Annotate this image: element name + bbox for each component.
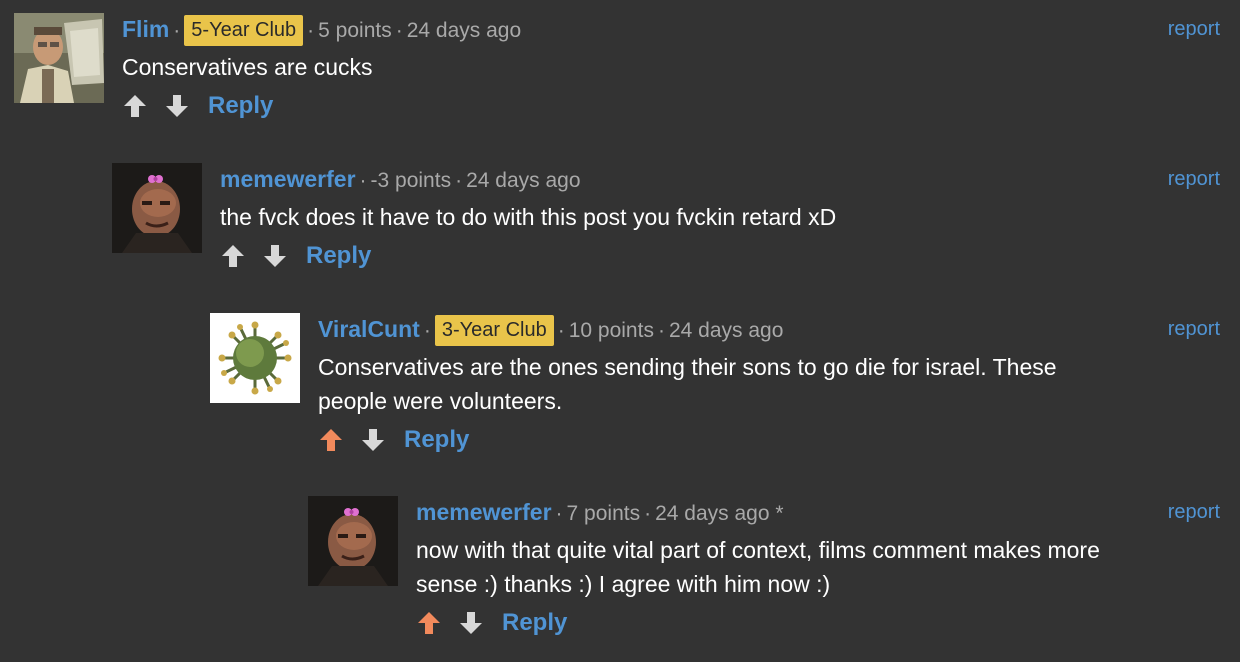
separator: · xyxy=(423,319,431,342)
upvote-button[interactable] xyxy=(220,243,246,269)
timestamp: 24 days ago xyxy=(668,319,784,342)
arrow-up-icon xyxy=(222,245,244,267)
comment-meta: memewerfer · 7 points · 24 days ago * report xyxy=(416,496,1220,528)
timestamp: 24 days ago * xyxy=(655,502,784,525)
comment-text: the fvck does it have to do with this po… xyxy=(220,204,837,230)
downvote-button[interactable] xyxy=(360,427,386,453)
separator: · xyxy=(173,19,181,42)
points-count: 10 points xyxy=(568,319,654,342)
report-link[interactable]: report xyxy=(1168,163,1220,195)
reply-button[interactable]: Reply xyxy=(502,609,567,637)
man-with-bow-avatar xyxy=(112,163,202,253)
author-link[interactable]: memewerfer xyxy=(220,166,356,192)
comment-text: now with that quite vital part of contex… xyxy=(416,537,1100,597)
comment: memewerfer · 7 points · 24 days ago * report… xyxy=(308,496,1220,656)
reply-button[interactable]: Reply xyxy=(404,426,469,454)
downvote-button[interactable] xyxy=(262,243,288,269)
points-count: 7 points xyxy=(566,502,641,525)
comment: memewerfer · -3 points · 24 days ago report … xyxy=(112,163,1220,323)
report-link[interactable]: report xyxy=(1168,13,1220,45)
arrow-up-icon xyxy=(124,95,146,117)
comment-text: Conservatives are cucks xyxy=(122,54,373,80)
report-link[interactable]: report xyxy=(1168,313,1220,345)
avatar[interactable] xyxy=(112,163,202,253)
upvote-button[interactable] xyxy=(122,93,148,119)
comment-actions: Reply xyxy=(220,236,1220,276)
timestamp: 24 days ago xyxy=(466,169,581,192)
author-link[interactable]: Flim xyxy=(122,16,169,42)
comment-actions: Reply xyxy=(122,86,1220,126)
separator: · xyxy=(455,169,463,192)
arrow-down-icon xyxy=(460,612,482,634)
arrow-up-icon xyxy=(320,429,342,451)
separator: · xyxy=(307,19,315,42)
club-badge: 5-Year Club xyxy=(184,15,304,46)
comment-thread: Flim · 5-Year Club · 5 points · 24 days ago re… xyxy=(0,0,1240,662)
separator: · xyxy=(657,319,665,342)
points-count: -3 points xyxy=(370,169,452,192)
avatar[interactable] xyxy=(210,313,300,403)
separator: · xyxy=(557,319,565,342)
avatar[interactable] xyxy=(14,13,104,103)
comment-actions: Reply xyxy=(318,420,1220,460)
separator: · xyxy=(359,169,367,192)
points-count: 5 points xyxy=(318,19,392,42)
separator: · xyxy=(395,19,403,42)
separator: · xyxy=(555,502,563,525)
man-reading-paper-avatar xyxy=(14,13,104,103)
comment-meta: ViralCunt · 3-Year Club · 10 points · 24 days … xyxy=(318,313,1220,346)
arrow-up-icon xyxy=(418,612,440,634)
downvote-button[interactable] xyxy=(164,93,190,119)
club-badge: 3-Year Club xyxy=(434,315,554,346)
comment: ViralCunt · 3-Year Club · 10 points · 24 days … xyxy=(210,313,1220,473)
man-with-bow-avatar xyxy=(308,496,398,586)
avatar[interactable] xyxy=(308,496,398,586)
comment: Flim · 5-Year Club · 5 points · 24 days ago re… xyxy=(14,13,1220,173)
author-link[interactable]: ViralCunt xyxy=(318,316,420,342)
upvote-button[interactable] xyxy=(318,427,344,453)
reply-button[interactable]: Reply xyxy=(208,92,273,120)
comment-meta: memewerfer · -3 points · 24 days ago report xyxy=(220,163,1220,195)
upvote-button[interactable] xyxy=(416,610,442,636)
comment-actions: Reply xyxy=(416,603,1220,643)
arrow-down-icon xyxy=(362,429,384,451)
comment-text: Conservatives are the ones sending their… xyxy=(318,354,1057,414)
virus-avatar xyxy=(210,313,300,403)
reply-button[interactable]: Reply xyxy=(306,242,371,270)
arrow-down-icon xyxy=(166,95,188,117)
report-link[interactable]: report xyxy=(1168,496,1220,528)
downvote-button[interactable] xyxy=(458,610,484,636)
timestamp: 24 days ago xyxy=(406,19,522,42)
comment-meta: Flim · 5-Year Club · 5 points · 24 days ago re… xyxy=(122,13,1220,46)
arrow-down-icon xyxy=(264,245,286,267)
separator: · xyxy=(644,502,652,525)
author-link[interactable]: memewerfer xyxy=(416,499,552,525)
